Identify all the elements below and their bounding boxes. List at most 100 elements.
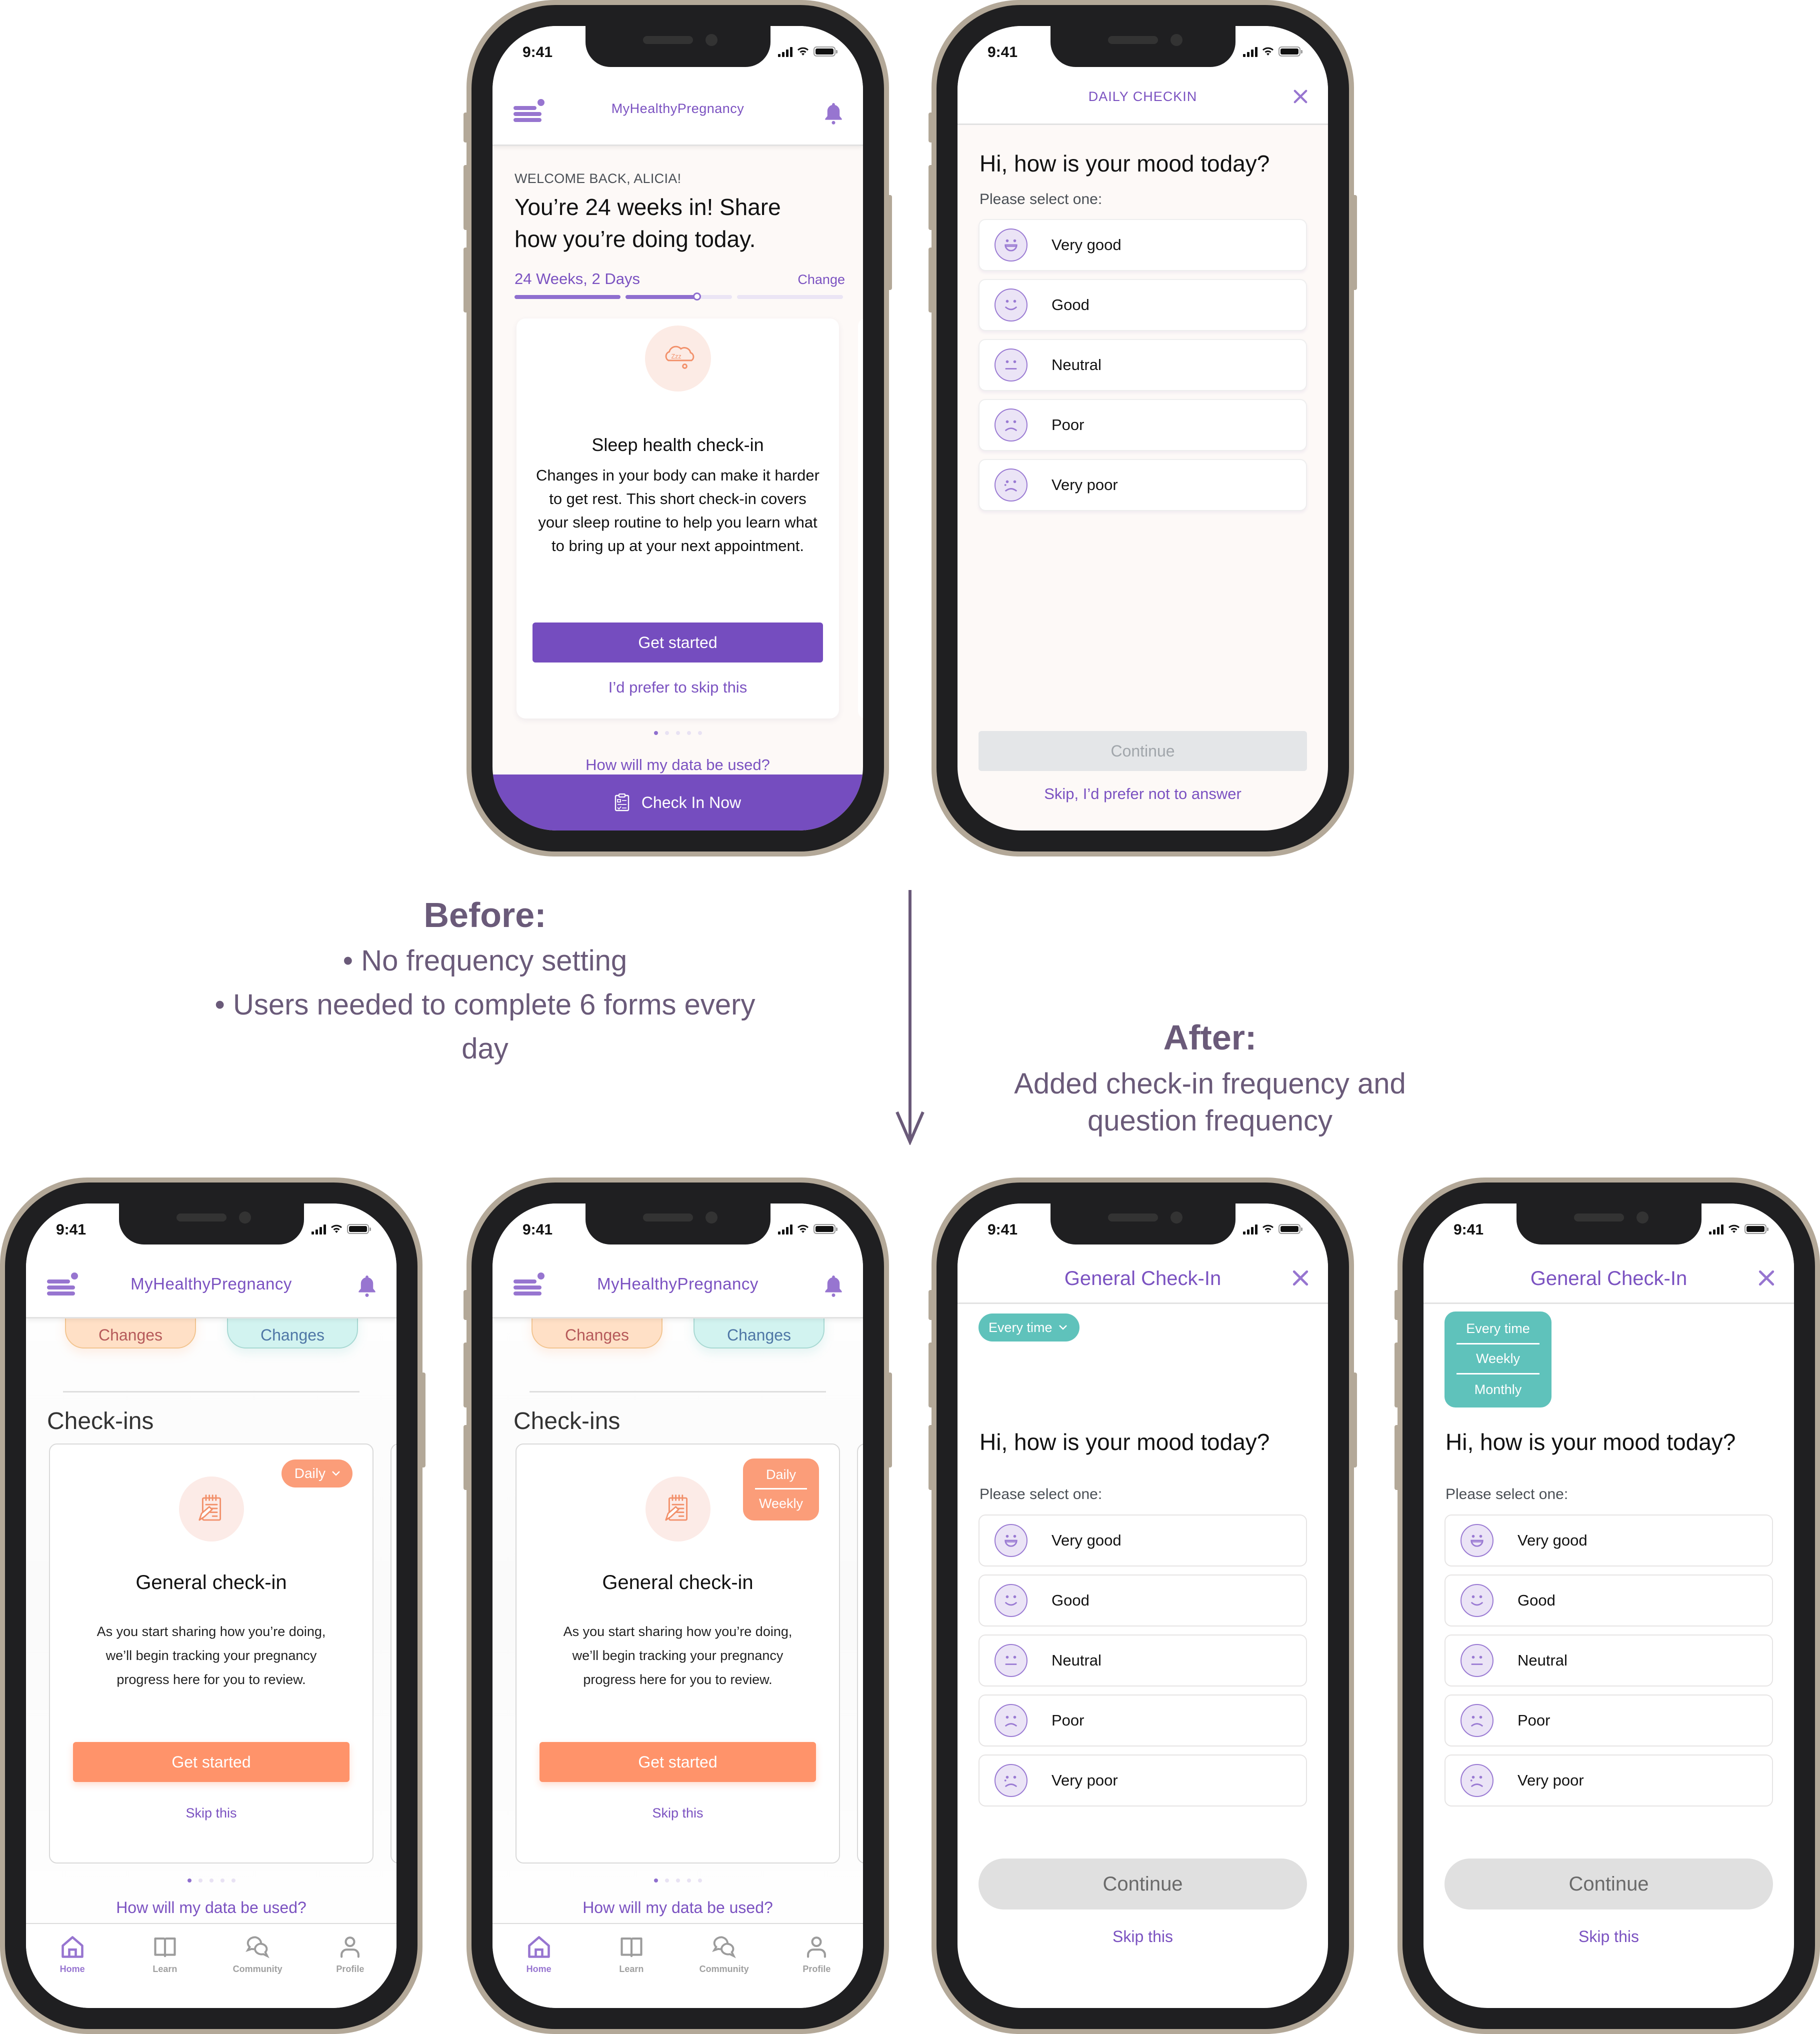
mood-option[interactable]: Neutral: [1444, 1634, 1773, 1686]
down-arrow: [908, 890, 912, 1140]
data-usage-link[interactable]: How will my data be used?: [26, 1898, 396, 1917]
tab-learn[interactable]: Learn: [594, 1934, 669, 2008]
tab-learn[interactable]: Learn: [128, 1934, 202, 2008]
close-icon[interactable]: [1758, 1270, 1775, 1286]
bell-icon[interactable]: [356, 1274, 378, 1298]
chip-label: Changes: [260, 1326, 325, 1344]
phone-power-button: [1815, 1372, 1820, 1468]
frequency-dropdown[interactable]: Daily: [281, 1460, 352, 1488]
carousel-dot[interactable]: [676, 731, 680, 735]
chip-label: Changes: [98, 1326, 163, 1344]
skip-link[interactable]: Skip this: [958, 1928, 1328, 1946]
get-started-button[interactable]: Get started: [73, 1742, 350, 1782]
carousel-dot[interactable]: [698, 731, 702, 735]
mood-option-label: Poor: [1518, 1712, 1550, 1729]
mood-option[interactable]: Very poor: [1444, 1754, 1773, 1806]
tab-community[interactable]: Community: [220, 1934, 295, 2008]
continue-button[interactable]: Continue: [978, 1858, 1307, 1910]
frequency-option[interactable]: Daily: [755, 1462, 807, 1490]
tab-profile[interactable]: Profile: [779, 1934, 854, 2008]
bell-icon[interactable]: [823, 1274, 844, 1298]
phone-screen: 9:41 DAILY CHECKIN Hi, how is your mood …: [958, 26, 1328, 830]
skip-link[interactable]: I’d prefer to skip this: [516, 678, 839, 696]
phone-before-home: 9:41 MyHealthyPregnancy WELCOME BACK, AL…: [464, 0, 892, 856]
instruction: Please select one:: [1446, 1486, 1568, 1502]
phone-volume-down-button: [1394, 1425, 1402, 1490]
carousel-dot-active[interactable]: [187, 1878, 192, 1882]
carousel-dot-active[interactable]: [654, 1878, 658, 1882]
mood-option-label: Very poor: [1518, 1772, 1584, 1789]
frequency-option[interactable]: Weekly: [755, 1490, 807, 1518]
tab-home[interactable]: Home: [35, 1934, 110, 2008]
carousel-dot[interactable]: [664, 1878, 669, 1882]
continue-button[interactable]: Continue: [1444, 1858, 1773, 1910]
progress-marker: [692, 292, 701, 300]
after-text-line-1: Added check-in frequency and: [1014, 1068, 1406, 1100]
chat-bubbles-icon: [244, 1934, 270, 1960]
tab-label: Learn: [619, 1964, 644, 1974]
skip-link[interactable]: Skip this: [516, 1806, 839, 1821]
close-icon[interactable]: [1292, 1270, 1309, 1286]
get-started-button[interactable]: Get started: [532, 622, 823, 662]
carousel-dot[interactable]: [664, 731, 669, 735]
mood-option[interactable]: Good: [978, 279, 1307, 331]
tab-label: Home: [526, 1964, 552, 1974]
mood-option[interactable]: Very poor: [978, 1754, 1307, 1806]
before-bullet-2: • Users needed to complete 6 forms every…: [214, 988, 756, 1065]
next-card-peek: [857, 1444, 863, 1864]
book-icon: [618, 1934, 644, 1960]
welcome-label: WELCOME BACK, ALICIA!: [514, 171, 682, 186]
after-text-line-2: question frequency: [1087, 1104, 1333, 1137]
bell-icon[interactable]: [823, 102, 844, 125]
frequency-option[interactable]: Monthly: [1456, 1374, 1540, 1404]
skip-link[interactable]: Skip this: [1424, 1928, 1794, 1946]
question: Hi, how is your mood today?: [980, 1429, 1270, 1455]
mood-option[interactable]: Poor: [978, 1694, 1307, 1746]
carousel-dot[interactable]: [198, 1878, 202, 1882]
tab-home[interactable]: Home: [502, 1934, 576, 2008]
signal-icon: [1243, 1224, 1258, 1234]
data-usage-link[interactable]: How will my data be used?: [492, 756, 863, 774]
carousel-dot[interactable]: [231, 1878, 236, 1882]
skip-link[interactable]: Skip this: [50, 1806, 372, 1821]
tab-community[interactable]: Community: [686, 1934, 762, 2008]
frequency-option[interactable]: Every time: [1456, 1314, 1540, 1344]
mood-option[interactable]: Very poor: [978, 459, 1307, 511]
carousel-dot[interactable]: [698, 1878, 702, 1882]
get-started-button[interactable]: Get started: [540, 1742, 816, 1782]
skip-link[interactable]: Skip, I’d prefer not to answer: [958, 785, 1328, 803]
mood-option-label: Very good: [1518, 1532, 1588, 1549]
carousel-dot-active[interactable]: [654, 731, 658, 735]
carousel-dot[interactable]: [220, 1878, 224, 1882]
wifi-icon: [1728, 1224, 1740, 1234]
mood-option[interactable]: Poor: [978, 399, 1307, 451]
mood-option[interactable]: Very good: [1444, 1514, 1773, 1566]
carousel-dot[interactable]: [209, 1878, 214, 1882]
app-header: MyHealthyPregnancy: [492, 76, 863, 146]
data-usage-link[interactable]: How will my data be used?: [492, 1898, 863, 1917]
check-in-now-button[interactable]: Check In Now: [492, 774, 863, 830]
battery-icon: [1278, 46, 1302, 56]
carousel-dot[interactable]: [686, 731, 691, 735]
mood-option[interactable]: Neutral: [978, 339, 1307, 391]
carousel-dot[interactable]: [676, 1878, 680, 1882]
tab-label: Community: [699, 1964, 749, 1974]
frequency-option[interactable]: Weekly: [1456, 1344, 1540, 1374]
mood-option[interactable]: Good: [1444, 1574, 1773, 1626]
continue-button[interactable]: Continue: [978, 731, 1307, 771]
change-link[interactable]: Change: [798, 272, 845, 288]
mood-option[interactable]: Poor: [1444, 1694, 1773, 1746]
mood-option[interactable]: Very good: [978, 219, 1307, 271]
close-icon[interactable]: [1293, 89, 1308, 104]
mood-option[interactable]: Good: [978, 1574, 1307, 1626]
tab-profile[interactable]: Profile: [312, 1934, 388, 2008]
frequency-dropdown[interactable]: Every time: [978, 1314, 1080, 1342]
neutral-face-icon: [994, 348, 1028, 382]
mood-option[interactable]: Neutral: [978, 1634, 1307, 1686]
neutral-face-icon: [994, 1644, 1028, 1677]
app-header: MyHealthyPregnancy: [492, 1254, 863, 1318]
checkin-header: General Check-In: [1424, 1252, 1794, 1304]
mood-option[interactable]: Very good: [978, 1514, 1307, 1566]
checkin-title: General Check-In: [1064, 1268, 1222, 1290]
carousel-dot[interactable]: [686, 1878, 691, 1882]
